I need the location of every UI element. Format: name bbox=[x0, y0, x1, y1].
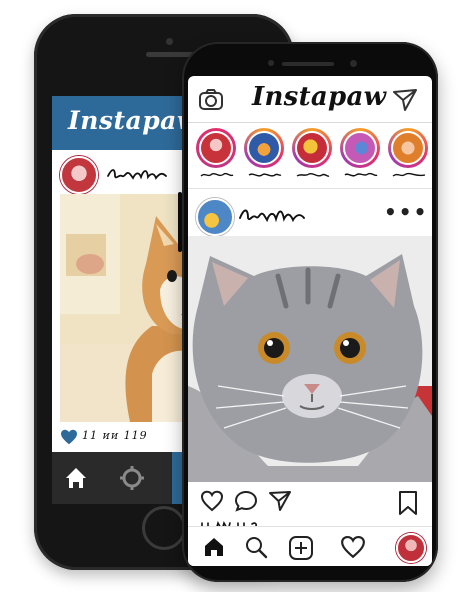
back-app-title: Instapaw bbox=[68, 106, 199, 135]
front-phone-screen: Instapaw ••• bbox=[188, 76, 432, 566]
back-likes-count: 11 ᴎᴎ 119 bbox=[82, 429, 148, 442]
front-earpiece-speaker bbox=[282, 62, 334, 66]
story-avatar bbox=[343, 131, 377, 165]
app-top-bar: Instapaw bbox=[188, 76, 432, 124]
post-user-avatar[interactable] bbox=[196, 198, 234, 236]
story-ring bbox=[244, 128, 284, 168]
bottom-nav bbox=[188, 526, 432, 566]
cat-illustration bbox=[188, 236, 432, 482]
back-front-camera bbox=[166, 38, 173, 45]
activity-heart-icon[interactable] bbox=[340, 535, 366, 559]
story-name-scribble bbox=[344, 172, 378, 177]
story-name-scribble bbox=[200, 172, 234, 177]
story-ring bbox=[196, 128, 236, 168]
story-item-5[interactable] bbox=[388, 128, 432, 179]
story-item-2[interactable] bbox=[244, 128, 288, 179]
top-bar-divider bbox=[188, 122, 432, 123]
story-avatar bbox=[295, 131, 329, 165]
front-side-button bbox=[178, 192, 182, 252]
add-post-icon[interactable] bbox=[288, 535, 314, 561]
stories-divider bbox=[188, 188, 432, 189]
story-item-1[interactable] bbox=[196, 128, 240, 179]
story-avatar bbox=[391, 131, 425, 165]
story-avatar bbox=[247, 131, 281, 165]
home-icon[interactable] bbox=[202, 535, 226, 559]
front-phone-mockup: Instapaw ••• bbox=[178, 42, 438, 582]
back-user-avatar[interactable] bbox=[60, 156, 98, 194]
story-ring bbox=[388, 128, 428, 168]
search-icon[interactable] bbox=[244, 535, 268, 559]
story-item-4[interactable] bbox=[340, 128, 384, 179]
story-name-scribble bbox=[392, 172, 426, 177]
stories-row bbox=[192, 128, 432, 186]
gear-icon bbox=[120, 466, 144, 490]
heart-icon[interactable] bbox=[200, 490, 224, 512]
front-camera bbox=[350, 60, 357, 67]
post-photo-cat bbox=[188, 236, 432, 482]
app-title: Instapaw bbox=[252, 82, 387, 112]
story-name-scribble bbox=[296, 172, 330, 177]
heart-icon[interactable] bbox=[60, 429, 78, 445]
story-avatar bbox=[199, 131, 233, 165]
profile-avatar[interactable] bbox=[396, 533, 426, 563]
comment-icon[interactable] bbox=[234, 490, 258, 512]
front-sensor bbox=[268, 60, 274, 66]
back-username-scribble[interactable] bbox=[106, 164, 176, 184]
post-username-scribble[interactable] bbox=[238, 204, 318, 226]
back-nav-settings[interactable] bbox=[108, 452, 156, 504]
story-item-3[interactable] bbox=[292, 128, 336, 179]
bookmark-icon[interactable] bbox=[398, 490, 418, 516]
story-name-scribble bbox=[248, 173, 282, 177]
send-icon[interactable] bbox=[392, 88, 418, 112]
back-home-button[interactable] bbox=[142, 506, 186, 550]
story-ring bbox=[292, 128, 332, 168]
share-icon[interactable] bbox=[268, 490, 292, 512]
post-actions-row bbox=[188, 484, 432, 518]
post-header: ••• bbox=[188, 194, 432, 236]
camera-icon[interactable] bbox=[198, 88, 224, 112]
back-nav-home[interactable] bbox=[52, 452, 100, 504]
home-icon bbox=[66, 468, 86, 488]
more-options-icon[interactable]: ••• bbox=[384, 202, 428, 222]
story-ring bbox=[340, 128, 380, 168]
